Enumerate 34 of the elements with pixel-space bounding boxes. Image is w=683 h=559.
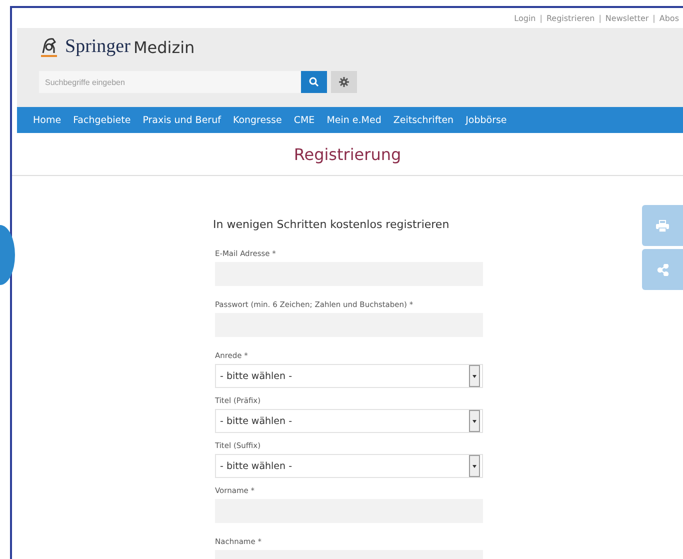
nav-item[interactable]: CME (294, 114, 315, 126)
settings-icon (339, 77, 349, 87)
top-link[interactable]: Newsletter (605, 14, 649, 22)
nav-item[interactable]: Kongresse (232, 114, 282, 126)
nav-item[interactable]: Home (33, 114, 62, 126)
top-link[interactable]: Abos (659, 14, 679, 22)
brand-name: Springer (65, 36, 130, 58)
caret-icon (469, 410, 480, 432)
search-icon (309, 77, 319, 87)
separator: | (540, 14, 542, 22)
nav-item[interactable]: Mein e.Med (326, 114, 382, 126)
caret-icon (469, 365, 480, 387)
print-button[interactable] (642, 205, 683, 246)
select-field[interactable]: - bitte wählen - (215, 364, 483, 388)
search-button[interactable] (301, 71, 327, 93)
product-name: Medizin (133, 38, 195, 56)
select-field[interactable]: - bitte wählen - (215, 409, 483, 433)
settings-button[interactable] (331, 71, 357, 93)
printer-icon (656, 220, 669, 232)
select-field[interactable]: - bitte wählen - (215, 454, 483, 478)
nav-item[interactable]: Zeitschriften (393, 114, 454, 126)
page-title: Registrierung (294, 144, 402, 164)
top-link[interactable]: Login (514, 14, 536, 22)
nav-item[interactable]: Jobbörse (466, 114, 507, 126)
caret-icon (469, 455, 480, 477)
share-icon (656, 264, 668, 276)
top-link[interactable]: Registrieren (546, 14, 595, 22)
form-heading: In wenigen Schritten kostenlos registrieren (213, 218, 450, 231)
nav-item[interactable]: Fachgebiete (73, 114, 131, 126)
nav-item[interactable]: Praxis und Beruf (142, 114, 221, 126)
search-field[interactable]: Suchbegriffe eingeben (39, 71, 301, 93)
separator: | (598, 14, 602, 22)
share-button[interactable] (642, 249, 683, 290)
separator: | (652, 14, 656, 22)
